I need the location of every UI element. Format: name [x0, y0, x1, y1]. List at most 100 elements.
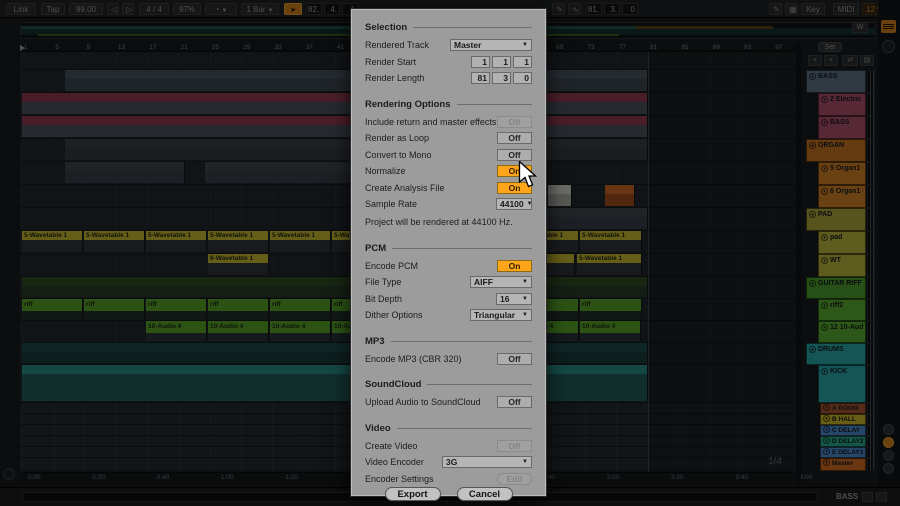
- select-sample-rate[interactable]: 44100▼: [496, 198, 532, 210]
- dialog-row-encoder-settings: Encoder Settings Edit: [365, 471, 532, 488]
- dialog-row-label: Encode MP3 (CBR 320): [365, 354, 462, 364]
- number-group: 111: [471, 56, 532, 68]
- dialog-section-video: Video Create Video Off Video Encoder 3G ▼ Enco…: [365, 422, 532, 488]
- section-title: Video: [365, 422, 532, 435]
- dialog-row-render-length: Render Length 8130: [365, 70, 532, 87]
- dialog-row-include-return-and-master-effects: Include return and master effectsOff: [365, 114, 532, 131]
- dialog-row-normalize: NormalizeOn: [365, 163, 532, 180]
- export-dialog: Selection Rendered Track Master ▼ Render Sta…: [350, 8, 547, 497]
- section-rule: [391, 341, 532, 342]
- section-title-label: Rendering Options: [365, 99, 451, 110]
- dialog-section-selection: Selection Rendered Track Master ▼ Render Sta…: [365, 21, 532, 87]
- dialog-row-create-analysis-file: Create Analysis FileOn: [365, 180, 532, 197]
- dialog-row-file-type: File Type AIFF ▼: [365, 274, 532, 291]
- toggle-encode-pcm[interactable]: On: [497, 260, 532, 272]
- select-value: 16: [500, 294, 509, 304]
- number-field[interactable]: 1: [492, 56, 511, 68]
- dialog-row-render-start: Render Start111: [365, 54, 532, 71]
- chevron-down-icon: ▼: [522, 312, 528, 318]
- select-file-type[interactable]: AIFF ▼: [470, 276, 532, 288]
- section-rule: [457, 104, 533, 105]
- select-value: 3G: [446, 457, 457, 467]
- dialog-row-encode-mp3-cbr-320: Encode MP3 (CBR 320) Off: [365, 351, 532, 368]
- select-video-encoder[interactable]: 3G ▼: [442, 456, 532, 468]
- select-value: Triangular: [474, 310, 515, 320]
- dialog-section-soundcloud: SoundCloud Upload Audio to SoundCloud Off: [365, 378, 532, 411]
- dialog-row-bit-depth: Bit Depth 16 ▼: [365, 291, 532, 308]
- dialog-row-label: Rendered Track: [365, 40, 429, 50]
- cancel-button[interactable]: Cancel: [457, 487, 513, 501]
- dialog-row-upload-audio-to-soundcloud: Upload Audio to SoundCloud Off: [365, 394, 532, 411]
- ableton-live-window: Link Tap 99.00 ◁ ▷ 4 / 4 97% ◔▼ 1 Bar▼ ➤…: [0, 0, 900, 506]
- chevron-down-icon: ▼: [527, 201, 533, 207]
- select-rendered-track[interactable]: Master ▼: [450, 39, 532, 51]
- chevron-down-icon: ▼: [522, 459, 528, 465]
- dialog-row-sample-rate: Sample Rate 44100▼: [365, 196, 532, 213]
- select-bit-depth[interactable]: 16 ▼: [496, 293, 532, 305]
- section-rule: [392, 248, 532, 249]
- export-dialog-body: Selection Rendered Track Master ▼ Render Sta…: [365, 21, 532, 487]
- section-title: MP3: [365, 335, 532, 348]
- dialog-row-label: Upload Audio to SoundCloud: [365, 397, 481, 407]
- number-field[interactable]: 3: [492, 72, 511, 84]
- section-title: PCM: [365, 242, 532, 255]
- chevron-down-icon: ▼: [522, 42, 528, 48]
- render-note: Project will be rendered at 44100 Hz.: [365, 217, 532, 231]
- dialog-row-label: Create Video: [365, 441, 417, 451]
- mouse-cursor-icon: [518, 161, 538, 188]
- dialog-row-label: Convert to Mono: [365, 150, 432, 160]
- dialog-row-render-as-loop: Render as Loop Off: [365, 130, 532, 147]
- dialog-row-video-encoder: Video Encoder 3G ▼: [365, 454, 532, 471]
- section-rule: [397, 428, 532, 429]
- dialog-row-label: Encode PCM: [365, 261, 418, 271]
- dialog-row-dither-options: Dither Options Triangular ▼: [365, 307, 532, 324]
- number-group: 8130: [471, 72, 532, 84]
- dialog-section-mp3: MP3 Encode MP3 (CBR 320) Off: [365, 335, 532, 368]
- toggle-include-return-and-master-effects: Off: [497, 116, 532, 128]
- chevron-down-icon: ▼: [522, 296, 528, 302]
- select-value: 44100: [500, 199, 524, 209]
- number-field[interactable]: 1: [513, 56, 532, 68]
- dialog-row-label: Include return and master effects: [365, 117, 496, 127]
- toggle-encode-mp3-cbr-320[interactable]: Off: [497, 353, 532, 365]
- number-field[interactable]: 1: [471, 56, 490, 68]
- chevron-down-icon: ▼: [522, 279, 528, 285]
- dialog-section-rendering-options: Rendering Options Include return and mast…: [365, 98, 532, 231]
- dialog-row-label: Bit Depth: [365, 294, 402, 304]
- toggle-convert-to-mono[interactable]: Off: [497, 149, 532, 161]
- toggle-create-video: Off: [497, 440, 532, 452]
- dialog-row-convert-to-mono: Convert to Mono Off: [365, 147, 532, 164]
- section-title: SoundCloud: [365, 378, 532, 391]
- dialog-row-label: Normalize: [365, 166, 406, 176]
- number-field[interactable]: 81: [471, 72, 490, 84]
- section-title-label: Selection: [365, 22, 407, 33]
- dialog-row-create-video: Create Video Off: [365, 438, 532, 455]
- section-title: Rendering Options: [365, 98, 532, 111]
- dialog-buttons: Export Cancel: [365, 487, 532, 506]
- select-value: AIFF: [474, 277, 493, 287]
- section-title-label: MP3: [365, 336, 385, 347]
- dialog-row-label: Render as Loop: [365, 133, 429, 143]
- select-dither-options[interactable]: Triangular ▼: [470, 309, 532, 321]
- section-title-label: SoundCloud: [365, 379, 421, 390]
- dialog-row-label: Dither Options: [365, 310, 423, 320]
- number-field[interactable]: 0: [513, 72, 532, 84]
- dialog-row-label: File Type: [365, 277, 401, 287]
- dialog-row-label: Render Start: [365, 57, 416, 67]
- toggle-render-as-loop[interactable]: Off: [497, 132, 532, 144]
- section-rule: [427, 384, 532, 385]
- dialog-row-label: Create Analysis File: [365, 183, 445, 193]
- dialog-row-label: Render Length: [365, 73, 425, 83]
- dialog-row-label: Video Encoder: [365, 457, 424, 467]
- dialog-row-label: Sample Rate: [365, 199, 417, 209]
- dialog-row-encode-pcm: Encode PCM On: [365, 258, 532, 275]
- dialog-section-pcm: PCM Encode PCM On File Type AIFF ▼ Bit Depth 16…: [365, 242, 532, 324]
- toggle-encoder-settings: Edit: [497, 473, 532, 485]
- toggle-upload-audio-to-soundcloud[interactable]: Off: [497, 396, 532, 408]
- section-title-label: PCM: [365, 243, 386, 254]
- dialog-row-rendered-track: Rendered Track Master ▼: [365, 37, 532, 54]
- select-value: Master: [454, 40, 481, 50]
- export-button[interactable]: Export: [385, 487, 441, 501]
- section-title-label: Video: [365, 423, 391, 434]
- dialog-row-label: Encoder Settings: [365, 474, 434, 484]
